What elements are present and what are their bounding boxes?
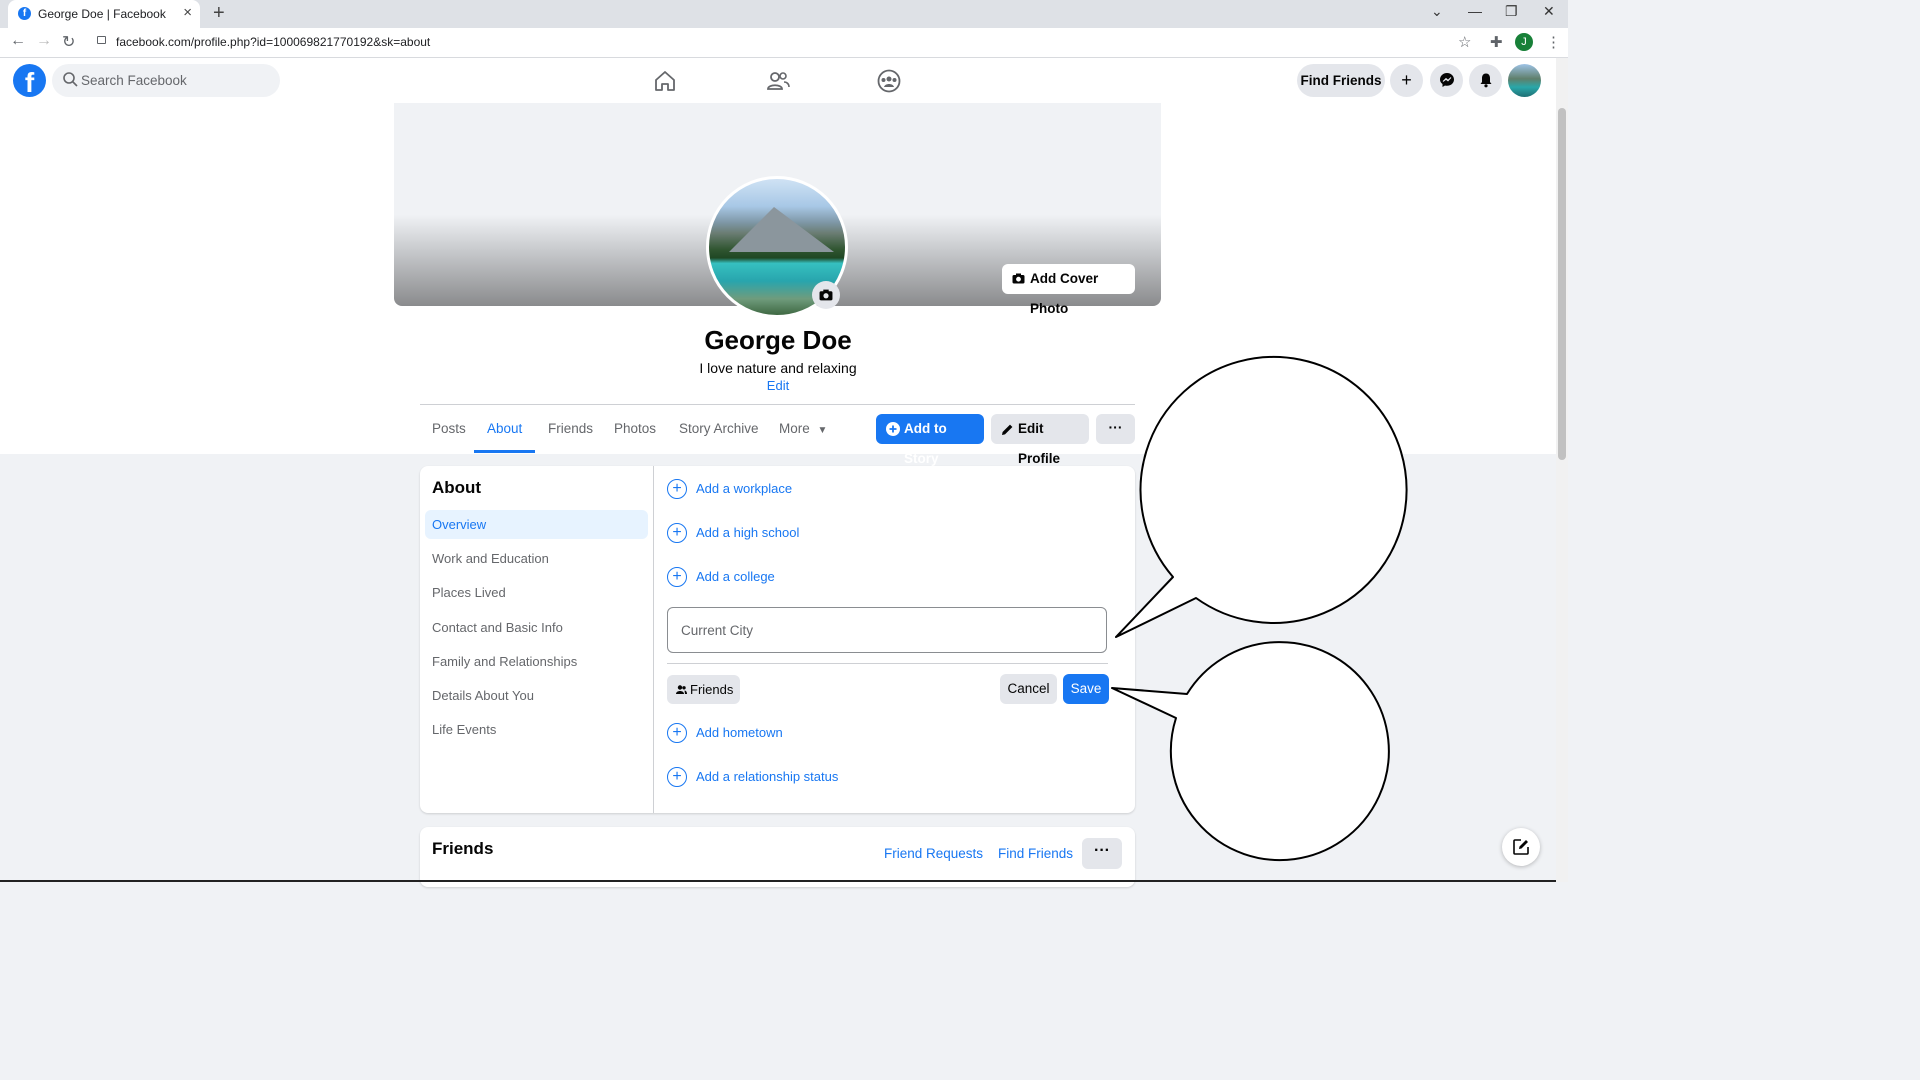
back-icon[interactable]: ← — [10, 32, 26, 50]
sidebar-item-overview[interactable]: Overview — [432, 517, 486, 532]
tab-search-icon[interactable]: ⌄ — [1431, 3, 1443, 20]
plus-circle-icon: + — [667, 767, 687, 787]
messenger-icon[interactable] — [1430, 64, 1463, 97]
scrollbar-thumb[interactable] — [1558, 108, 1566, 460]
edit-profile-button[interactable]: Edit Profile — [991, 414, 1089, 466]
browser-toolbar: ← → ↻ facebook.com/profile.php?id=100069… — [0, 28, 1568, 58]
save-button[interactable]: Save — [1063, 674, 1109, 704]
add-cover-photo-button[interactable]: Add Cover Photo — [1002, 264, 1135, 316]
audience-selector-button[interactable]: Friends — [667, 675, 740, 704]
lock-icon — [97, 36, 106, 44]
forward-icon[interactable]: → — [36, 32, 52, 50]
caret-down-icon: ▼ — [817, 425, 828, 436]
edit-profile-label: Edit Profile — [1018, 421, 1061, 466]
browser-tab[interactable]: f George Doe | Facebook × — [8, 0, 200, 28]
pencil-icon — [1002, 424, 1013, 435]
speech-bubble-lower — [1111, 641, 1390, 862]
tab-photos[interactable]: Photos — [614, 421, 656, 436]
close-tab-icon[interactable]: × — [183, 4, 192, 21]
tab-friends[interactable]: Friends — [548, 421, 593, 436]
facebook-header: f Search Facebook Find Friends + — [0, 58, 1556, 103]
tab-more[interactable]: More ▼ — [779, 421, 827, 436]
sidebar-item-work-education[interactable]: Work and Education — [432, 551, 549, 566]
add-relationship-status-label: Add a relationship status — [696, 769, 839, 784]
tab-about[interactable]: About — [487, 421, 522, 436]
add-workplace-label: Add a workplace — [696, 481, 793, 496]
find-friends-link[interactable]: Find Friends — [998, 846, 1073, 861]
create-icon[interactable]: + — [1390, 64, 1423, 97]
facebook-logo[interactable]: f — [13, 64, 46, 98]
add-cover-photo-label: Add Cover Photo — [1030, 271, 1099, 316]
camera-icon — [819, 289, 833, 301]
tab-more-label: More — [779, 421, 810, 436]
current-city-input[interactable] — [667, 607, 1107, 653]
search-icon — [63, 72, 78, 87]
friend-requests-link[interactable]: Friend Requests — [884, 846, 983, 861]
about-card-divider — [653, 466, 654, 813]
address-bar[interactable]: facebook.com/profile.php?id=100069821770… — [116, 35, 430, 49]
restore-icon[interactable]: ❐ — [1505, 3, 1518, 20]
friends-icon[interactable] — [766, 69, 790, 93]
account-avatar[interactable]: J — [1515, 33, 1533, 51]
profile-name: George Doe — [704, 325, 852, 355]
about-title: About — [432, 478, 482, 497]
friends-section-title: Friends — [432, 839, 494, 858]
sidebar-item-life-events[interactable]: Life Events — [432, 722, 496, 737]
new-tab-icon[interactable]: + — [213, 2, 225, 25]
sidebar-item-contact-info[interactable]: Contact and Basic Info — [432, 620, 563, 635]
sidebar-item-places-lived[interactable]: Places Lived — [432, 585, 506, 600]
friends-audience-icon — [676, 685, 687, 694]
browser-menu-icon[interactable]: ⋮ — [1546, 33, 1561, 51]
friends-more-button[interactable]: ··· — [1082, 838, 1122, 869]
home-icon[interactable] — [653, 69, 677, 93]
notifications-icon[interactable] — [1469, 64, 1502, 97]
search-box[interactable]: Search Facebook — [52, 64, 280, 97]
new-message-button[interactable] — [1502, 828, 1540, 866]
facebook-favicon-icon: f — [18, 7, 31, 20]
groups-icon[interactable] — [877, 69, 901, 93]
profile-more-button[interactable]: ··· — [1096, 414, 1135, 444]
update-profile-picture-button[interactable] — [812, 281, 840, 309]
add-hometown-label: Add hometown — [696, 725, 783, 740]
add-to-story-label: Add to Story — [904, 421, 947, 466]
close-window-icon[interactable]: ✕ — [1543, 3, 1555, 20]
account-menu-avatar[interactable] — [1508, 64, 1541, 97]
add-high-school-label: Add a high school — [696, 525, 800, 540]
plus-circle-icon: + — [667, 479, 687, 499]
sidebar-item-details-about-you[interactable]: Details About You — [432, 688, 534, 703]
minimize-icon[interactable]: — — [1468, 3, 1482, 19]
plus-circle-icon — [886, 422, 900, 436]
edit-bio-link[interactable]: Edit — [0, 378, 1556, 393]
profile-bio: I love nature and relaxing — [699, 360, 857, 376]
form-divider — [667, 663, 1108, 664]
plus-circle-icon: + — [667, 567, 687, 587]
browser-tabstrip: f George Doe | Facebook × + ⌄ — ❐ ✕ — [0, 0, 1568, 28]
add-to-story-button[interactable]: Add to Story — [876, 414, 984, 466]
camera-icon — [1012, 273, 1025, 284]
active-tab-indicator — [474, 450, 535, 453]
cancel-button[interactable]: Cancel — [1000, 674, 1057, 704]
audience-label: Friends — [690, 682, 734, 697]
find-friends-button[interactable]: Find Friends — [1297, 64, 1385, 97]
plus-circle-icon: + — [667, 723, 687, 743]
search-input[interactable]: Search Facebook — [81, 73, 187, 88]
plus-circle-icon: + — [667, 523, 687, 543]
profile-divider — [420, 404, 1135, 405]
reload-icon[interactable]: ↻ — [62, 32, 75, 52]
extensions-icon[interactable]: ✚ — [1490, 33, 1503, 51]
browser-tab-title: George Doe | Facebook — [38, 7, 166, 21]
add-college-label: Add a college — [696, 569, 775, 584]
tab-posts[interactable]: Posts — [432, 421, 466, 436]
compose-icon — [1513, 839, 1529, 855]
bottom-edge — [0, 880, 1556, 882]
bookmark-star-icon[interactable]: ☆ — [1458, 33, 1471, 51]
tab-story-archive[interactable]: Story Archive — [679, 421, 759, 436]
sidebar-item-family-relationships[interactable]: Family and Relationships — [432, 654, 577, 669]
